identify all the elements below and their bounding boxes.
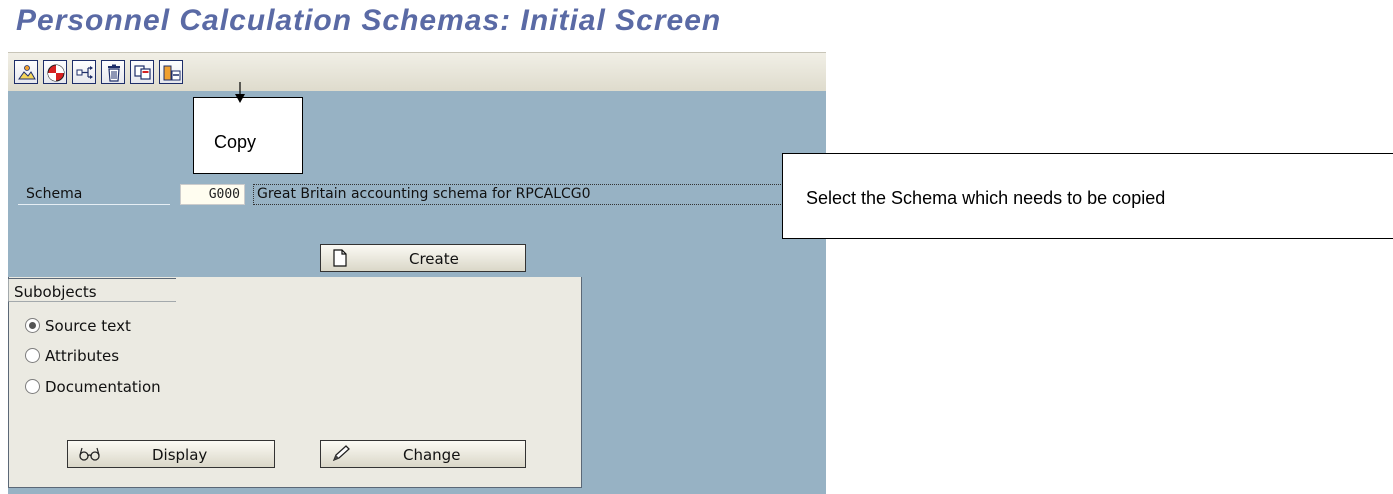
change-button[interactable]: Change (320, 440, 526, 468)
new-document-icon (333, 249, 347, 267)
radio-empty-icon (25, 348, 40, 363)
check-button[interactable] (43, 60, 67, 84)
change-button-label: Change (403, 446, 461, 464)
subobjects-title: Subobjects (14, 283, 97, 301)
callout-arrow-icon (235, 82, 245, 103)
where-used-button[interactable] (72, 60, 96, 84)
display-button-label: Display (152, 446, 208, 464)
delete-icon (108, 64, 120, 82)
rename-button[interactable] (159, 60, 183, 84)
radio-attributes-label: Attributes (45, 347, 120, 365)
glasses-icon (79, 447, 100, 461)
where-used-icon (76, 66, 93, 79)
copy-callout: Copy (193, 97, 303, 174)
rename-icon (163, 65, 181, 81)
check-icon (47, 64, 65, 82)
pencil-icon (332, 445, 350, 462)
display-button[interactable]: Display (67, 440, 275, 468)
copy-callout-text: Copy (214, 132, 257, 152)
create-button-label: Create (409, 250, 459, 268)
radio-source-text-label: Source text (45, 317, 131, 335)
radio-documentation-label: Documentation (45, 378, 161, 396)
page-title: Personnel Calculation Schemas: Initial S… (16, 4, 722, 37)
copy-button[interactable] (130, 60, 154, 84)
schema-description: Great Britain accounting schema for RPCA… (253, 184, 783, 205)
radio-empty-icon (25, 379, 40, 394)
delete-button[interactable] (101, 60, 125, 84)
copy-icon (134, 65, 151, 80)
select-schema-callout: Select the Schema which needs to be copi… (782, 153, 1393, 239)
select-schema-callout-text: Select the Schema which needs to be copi… (806, 188, 1166, 208)
other-object-icon (18, 65, 36, 80)
application-toolbar (8, 52, 826, 93)
radio-selected-icon (25, 318, 40, 333)
schema-label-underline (18, 204, 170, 205)
other-object-button[interactable] (14, 60, 38, 84)
create-button[interactable]: Create (320, 244, 526, 272)
schema-input[interactable]: G000 (180, 184, 245, 205)
schema-label: Schema (26, 186, 83, 202)
